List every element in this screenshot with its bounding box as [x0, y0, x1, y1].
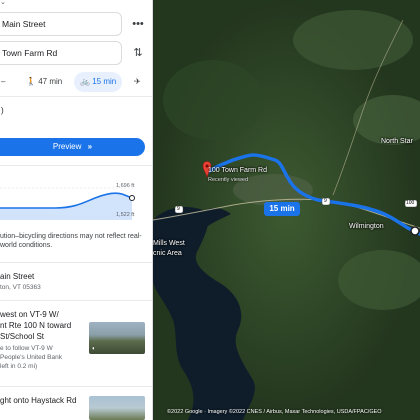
divider [0, 96, 152, 97]
driving-mode-button[interactable]: – [1, 72, 5, 92]
bicycling-mode-button[interactable]: 🚲 15 min [74, 72, 123, 92]
place-label-north-star[interactable]: North Star [381, 138, 413, 145]
street-view-thumbnail[interactable] [89, 396, 145, 420]
route-100-shield: 100 [406, 200, 415, 206]
destination-input[interactable]: Town Farm Rd [0, 41, 122, 65]
swap-directions-icon[interactable]: ⇅ [129, 44, 147, 62]
origin-input[interactable]: Main Street [0, 12, 122, 36]
double-chevron-right-icon: » [87, 142, 93, 151]
step-title-line: west on VT-9 W/ [0, 310, 59, 319]
walking-mode-button[interactable]: 🚶 47 min [26, 72, 62, 92]
step-title-line: St/School St [0, 332, 45, 341]
preview-button[interactable]: Preview » [0, 138, 145, 156]
start-title: ain Street [0, 272, 35, 281]
more-options-icon[interactable]: ••• [129, 15, 147, 33]
destination-label[interactable]: 100 Town Farm Rd [208, 167, 267, 174]
bike-icon: 🚲 [80, 77, 90, 86]
divider [0, 165, 152, 166]
step-title-line: nt Rte 100 N toward [0, 321, 72, 330]
destination-sublabel: Recently viewed [208, 177, 249, 183]
elevation-max-label: 1,696 ft [116, 183, 135, 189]
street-view-thumbnail[interactable]: ◐ [89, 322, 145, 354]
place-label-picnic-area[interactable]: cnic Area [153, 250, 182, 257]
collapse-chevron-icon[interactable]: ⌄ [0, 0, 8, 6]
step-subtitle-line: e to follow VT-9 W [0, 345, 53, 352]
street-view-icon: ◐ [92, 346, 96, 352]
route-duration-badge[interactable]: 15 min [264, 202, 300, 216]
plane-icon: ✈ [134, 77, 141, 86]
car-icon: – [1, 77, 6, 86]
divider [0, 386, 152, 387]
route-9-shield: 9 [324, 198, 327, 204]
walk-icon: 🚶 [26, 77, 36, 86]
paren-icon: ) [1, 106, 4, 115]
town-label-wilmington[interactable]: Wilmington [349, 223, 384, 230]
satellite-map[interactable]: 9 9 100 100 Town Farm Rd Recently viewed… [153, 0, 420, 420]
map-attribution: ©2022 Google · Imagery ©2022 CNES / Airb… [167, 409, 382, 415]
step-title-line: ght onto Haystack Rd [0, 396, 77, 405]
step-subtitle-line: People's United Bank [0, 354, 62, 361]
route-9-shield: 9 [177, 206, 180, 212]
directions-panel: ⌄ Main Street ••• Town Farm Rd ⇅ – 🚶 47 … [0, 0, 153, 420]
divider [0, 262, 152, 263]
start-address: ton, VT 05363 [0, 284, 41, 291]
bicycling-warning: ution–bicycling directions may not refle… [0, 233, 142, 249]
step-subtitle-line: left in 0.2 mi) [0, 363, 38, 370]
elevation-min-label: 1,522 ft [116, 212, 135, 218]
divider [0, 300, 152, 301]
flights-mode-button[interactable]: ✈ [134, 72, 141, 92]
place-label-mills-west[interactable]: Mills West [153, 240, 185, 247]
